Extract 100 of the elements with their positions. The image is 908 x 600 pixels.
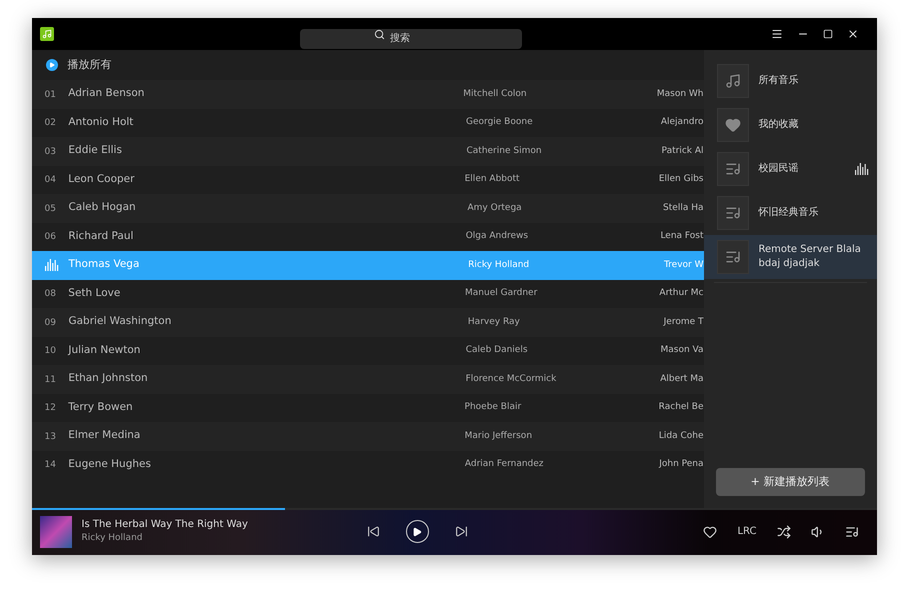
playlist-item[interactable]: 校园民谣 bbox=[704, 147, 876, 191]
artist-name: Adrian Fernandez bbox=[464, 458, 545, 471]
artist-name: Florence McCormick bbox=[466, 372, 558, 386]
album-name: Patrick Al bbox=[662, 144, 704, 158]
album-cover bbox=[40, 516, 72, 548]
track-number: 13 bbox=[44, 432, 56, 442]
new-playlist-button[interactable]: + 新建播放列表 bbox=[716, 468, 864, 496]
previous-button[interactable] bbox=[366, 525, 380, 538]
playing-bars-icon bbox=[854, 163, 868, 175]
album-name: Lida Cohe bbox=[658, 430, 704, 442]
song-title: Julian Newton bbox=[68, 342, 142, 358]
album-name: Ellen Gibs bbox=[658, 173, 704, 186]
song-row[interactable]: 01 Adrian Benson Mitchell Colon Mason Wh bbox=[32, 80, 704, 108]
album-name: Trevor W bbox=[664, 258, 704, 272]
shuffle-icon bbox=[776, 524, 790, 538]
track-number: 08 bbox=[44, 289, 56, 299]
next-icon bbox=[454, 525, 468, 538]
playlist-name: 我的收藏 bbox=[758, 118, 800, 132]
song-title: Seth Love bbox=[68, 286, 122, 301]
song-title: Terry Bowen bbox=[68, 400, 134, 415]
song-title: Richard Paul bbox=[68, 228, 134, 244]
song-row[interactable]: 08 Seth Love Manuel Gardner Arthur Mc bbox=[32, 280, 704, 308]
playlist-button[interactable] bbox=[844, 524, 858, 538]
song-title: Eugene Hughes bbox=[68, 456, 152, 472]
play-icon bbox=[46, 59, 58, 71]
playlist-icon bbox=[724, 205, 740, 221]
artist-name: Olga Andrews bbox=[466, 230, 530, 243]
artist-name: Catherine Simon bbox=[466, 144, 543, 158]
music-note-icon bbox=[724, 73, 740, 89]
playlist-name: 所有音乐 bbox=[758, 74, 800, 88]
search-field[interactable]: 搜索 bbox=[300, 28, 522, 48]
artist-name: Mario Jefferson bbox=[464, 430, 534, 442]
track-number: 10 bbox=[44, 346, 56, 356]
favorite-button[interactable] bbox=[703, 524, 718, 538]
now-playing-title: Is The Herbal Way The Right Way bbox=[82, 518, 249, 532]
album-name: Albert Ma bbox=[660, 372, 704, 386]
album-name: John Pena bbox=[659, 458, 704, 471]
playlist-name: 校园民谣 bbox=[758, 162, 800, 176]
song-row[interactable]: 09 Gabriel Washington Harvey Ray Jerome T bbox=[32, 308, 704, 336]
artist-name: Georgie Boone bbox=[466, 116, 534, 129]
play-button[interactable] bbox=[406, 520, 428, 543]
close-icon bbox=[846, 28, 858, 40]
playlist-item[interactable]: 我的收藏 bbox=[704, 103, 876, 147]
playlist-name: Remote Server Blala bdaj djadjak bbox=[758, 243, 862, 271]
playlist-name: 怀旧经典音乐 bbox=[758, 206, 820, 220]
song-row[interactable]: 11 Ethan Johnston Florence McCormick Albert Ma bbox=[32, 365, 704, 394]
track-number: 04 bbox=[44, 175, 56, 185]
song-title: Gabriel Washington bbox=[68, 314, 172, 330]
artist-name: Amy Ortega bbox=[468, 202, 523, 214]
track-number: 01 bbox=[44, 90, 56, 100]
maximize-icon bbox=[822, 29, 832, 39]
song-row[interactable]: 13 Elmer Medina Mario Jefferson Lida Cohe bbox=[32, 422, 704, 450]
artist-name: Ricky Holland bbox=[468, 258, 530, 272]
artist-name: Harvey Ray bbox=[468, 316, 521, 328]
song-row[interactable]: 02 Antonio Holt Georgie Boone Alejandro bbox=[32, 108, 704, 137]
shuffle-button[interactable] bbox=[776, 524, 790, 538]
track-number: 11 bbox=[44, 374, 56, 384]
album-name: Lena Fost bbox=[660, 230, 704, 243]
artist-name: Caleb Daniels bbox=[466, 344, 529, 357]
artist-name: Manuel Gardner bbox=[465, 287, 538, 300]
track-number: 09 bbox=[44, 318, 56, 328]
album-name: Alejandro bbox=[660, 116, 704, 129]
playlist-icon bbox=[724, 249, 740, 265]
now-playing-artist: Ricky Holland bbox=[82, 532, 144, 546]
album-name: Mason Va bbox=[660, 344, 704, 357]
volume-button[interactable] bbox=[810, 524, 824, 538]
track-number: 03 bbox=[44, 146, 56, 156]
track-number: 06 bbox=[44, 232, 56, 242]
song-row[interactable]: 14 Eugene Hughes Adrian Fernandez John Pena bbox=[32, 450, 704, 479]
playlist-icon bbox=[724, 161, 740, 177]
song-title: Eddie Ellis bbox=[68, 143, 123, 158]
album-name: Rachel Be bbox=[658, 401, 704, 414]
menu-icon bbox=[770, 28, 782, 40]
app-logo-icon bbox=[40, 27, 54, 41]
lyrics-button[interactable]: LRC bbox=[737, 524, 756, 539]
search-icon bbox=[374, 28, 385, 40]
playing-bars-icon bbox=[44, 259, 58, 272]
song-row[interactable]: 03 Eddie Ellis Catherine Simon Patrick Al bbox=[32, 137, 704, 166]
song-title: Ethan Johnston bbox=[68, 371, 149, 386]
previous-icon bbox=[366, 525, 380, 538]
song-row[interactable]: 12 Terry Bowen Phoebe Blair Rachel Be bbox=[32, 394, 704, 422]
artist-name: Phoebe Blair bbox=[464, 401, 522, 414]
playlist-icon bbox=[844, 524, 858, 538]
song-row[interactable]: 04 Leon Cooper Ellen Abbott Ellen Gibs bbox=[32, 166, 704, 194]
playlist-item[interactable]: 怀旧经典音乐 bbox=[704, 191, 876, 235]
playlist-item[interactable]: 所有音乐 bbox=[704, 59, 876, 103]
song-title: Adrian Benson bbox=[68, 86, 146, 102]
album-name: Mason Wh bbox=[656, 88, 704, 100]
playlist-item[interactable]: Remote Server Blala bdaj djadjak bbox=[704, 235, 876, 279]
song-row[interactable]: 06 Richard Paul Olga Andrews Lena Fost bbox=[32, 222, 704, 251]
song-title: Caleb Hogan bbox=[68, 200, 137, 216]
next-button[interactable] bbox=[454, 525, 468, 538]
song-row[interactable]: 05 Caleb Hogan Amy Ortega Stella Ha bbox=[32, 194, 704, 222]
play-all-button[interactable]: 播放所有 bbox=[46, 56, 112, 74]
artist-name: Ellen Abbott bbox=[464, 173, 521, 186]
album-name: Jerome T bbox=[664, 316, 704, 328]
album-name: Arthur Mc bbox=[659, 287, 704, 300]
album-name: Stella Ha bbox=[663, 202, 704, 214]
song-title: Antonio Holt bbox=[68, 114, 134, 130]
song-row[interactable]: 10 Julian Newton Caleb Daniels Mason Va bbox=[32, 336, 704, 365]
